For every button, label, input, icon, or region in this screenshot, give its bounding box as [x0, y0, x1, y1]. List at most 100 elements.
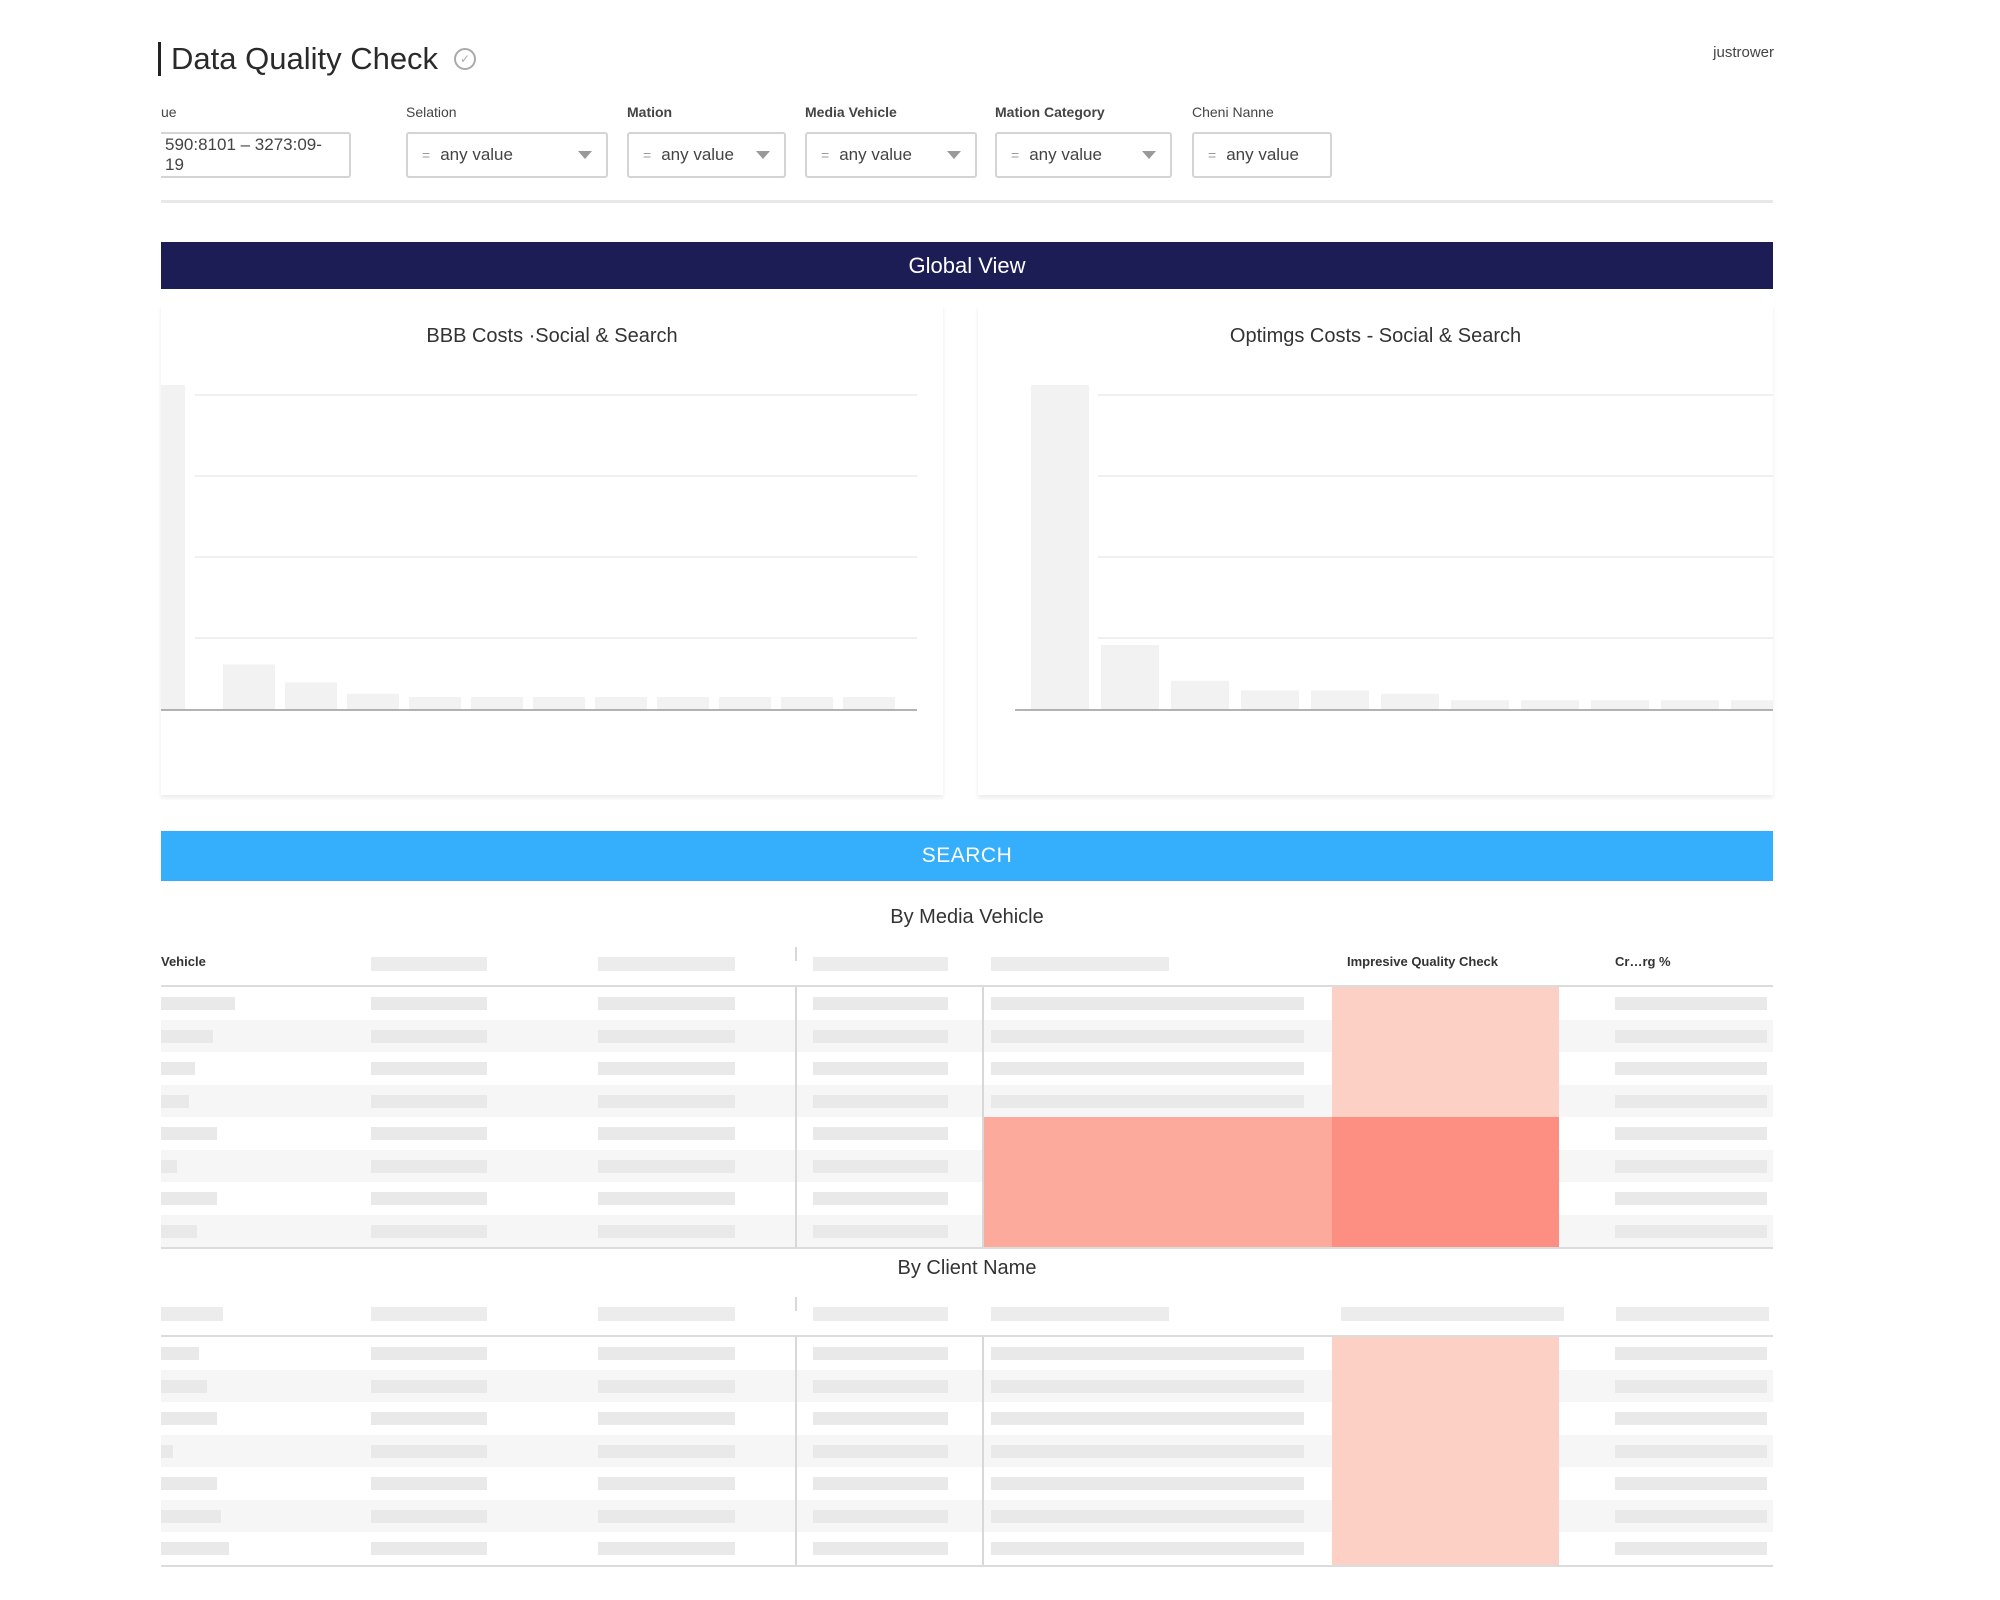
cell-placeholder — [161, 997, 235, 1010]
mation-select[interactable]: = any value — [627, 132, 786, 178]
column-header-vehicle[interactable]: Vehicle — [161, 954, 206, 969]
cell-placeholder — [371, 1062, 487, 1075]
column-divider — [795, 1337, 797, 1565]
cell-placeholder — [161, 1127, 217, 1140]
cell-placeholder — [161, 1477, 217, 1490]
cell-placeholder — [598, 1094, 735, 1108]
filter-selation[interactable]: Selation = any value — [406, 104, 608, 178]
date-range-input[interactable]: 590:8101 – 3273:09-19 — [161, 132, 351, 178]
equals-icon: = — [1208, 147, 1217, 163]
global-view-header: Global View — [161, 242, 1773, 289]
cell-placeholder — [598, 1192, 735, 1205]
cell-placeholder — [598, 1412, 735, 1425]
chart-bar — [781, 697, 833, 710]
filter-value: any value — [1226, 145, 1299, 164]
chart-bar — [1101, 645, 1159, 710]
page-title: Data Quality Check — [171, 41, 439, 76]
cell-placeholder — [813, 1444, 948, 1458]
cell-placeholder — [371, 1029, 487, 1043]
column-header[interactable] — [813, 957, 948, 971]
column-header[interactable] — [991, 957, 1169, 971]
filter-value: any value — [661, 145, 734, 164]
column-header[interactable] — [991, 1307, 1169, 1321]
column-header-quality-check[interactable]: Impresive Quality Check — [1347, 954, 1498, 969]
filter-client-name[interactable]: Cheni Nanne = any value — [1192, 104, 1332, 178]
cell-placeholder — [371, 1542, 487, 1555]
column-divider — [795, 947, 797, 961]
bbb-costs-plot — [161, 385, 917, 711]
chart-bar — [1451, 700, 1509, 710]
user-name[interactable]: justrower — [1713, 44, 1774, 61]
cell-placeholder — [813, 1029, 948, 1043]
chevron-down-icon[interactable] — [947, 151, 961, 159]
cell-placeholder — [813, 1062, 948, 1075]
chart-bar — [533, 697, 585, 710]
client-name-input[interactable]: = any value — [1192, 132, 1332, 178]
chevron-down-icon[interactable] — [1142, 151, 1156, 159]
column-header[interactable] — [161, 1307, 223, 1321]
column-header[interactable] — [371, 1307, 487, 1321]
cell-placeholder — [598, 1029, 735, 1043]
cell-placeholder — [1615, 1412, 1767, 1425]
cell-placeholder — [371, 1444, 487, 1458]
cell-placeholder — [598, 1347, 735, 1360]
cell-placeholder — [1615, 1542, 1767, 1555]
cell-placeholder — [371, 1477, 487, 1490]
cell-placeholder — [991, 1379, 1304, 1393]
cell-placeholder — [598, 1542, 735, 1555]
cell-placeholder — [161, 1094, 189, 1108]
search-section-header: SEARCH — [161, 831, 1773, 881]
column-header[interactable] — [598, 1307, 735, 1321]
column-header[interactable] — [813, 1307, 948, 1321]
cell-placeholder — [1615, 1379, 1767, 1393]
chevron-down-icon[interactable] — [578, 151, 592, 159]
chart-bar — [223, 664, 275, 710]
filter-value: any value — [1029, 145, 1102, 164]
by-media-vehicle-title: By Media Vehicle — [890, 906, 1044, 928]
cell-placeholder — [1615, 1444, 1767, 1458]
table-header — [161, 1293, 1773, 1337]
column-header[interactable] — [1341, 1307, 1564, 1321]
filter-mation[interactable]: Mation = any value — [627, 104, 786, 178]
column-header-percent[interactable]: Cr…rg % — [1615, 954, 1671, 969]
filter-media-vehicle[interactable]: Media Vehicle = any value — [805, 104, 977, 178]
media-vehicle-select[interactable]: = any value — [805, 132, 977, 178]
column-header[interactable] — [371, 957, 487, 971]
selation-select[interactable]: = any value — [406, 132, 608, 178]
cell-placeholder — [813, 1094, 948, 1108]
filter-date-range[interactable]: ue 590:8101 – 3273:09-19 — [161, 104, 351, 178]
cell-placeholder — [991, 1509, 1304, 1523]
chart-bar — [1731, 700, 1773, 710]
filter-mation-category[interactable]: Mation Category = any value — [995, 104, 1172, 178]
client-name-table — [161, 1293, 1773, 1567]
cell-placeholder — [371, 1127, 487, 1140]
cell-placeholder — [598, 997, 735, 1010]
optimgs-costs-plot — [1015, 385, 1773, 711]
table-bottom-rule — [161, 1247, 1773, 1249]
cell-placeholder — [598, 1477, 735, 1490]
chart-bar — [1311, 690, 1369, 710]
cell-placeholder — [991, 1094, 1304, 1108]
heatmap-highlight — [1332, 1117, 1559, 1247]
chart-bar — [1591, 700, 1649, 710]
cell-placeholder — [813, 1347, 948, 1360]
chevron-down-icon[interactable] — [756, 151, 770, 159]
column-header[interactable] — [1616, 1307, 1769, 1321]
cell-placeholder — [1615, 1159, 1767, 1173]
heatmap-highlight — [1332, 1337, 1559, 1565]
column-header[interactable] — [598, 957, 735, 971]
cell-placeholder — [1615, 1347, 1767, 1360]
equals-icon: = — [1011, 147, 1020, 163]
chart-bar — [1171, 680, 1229, 710]
mation-category-select[interactable]: = any value — [995, 132, 1172, 178]
cell-placeholder — [161, 1062, 195, 1075]
verified-check-icon[interactable]: ✓ — [454, 48, 477, 70]
cell-placeholder — [371, 997, 487, 1010]
cell-placeholder — [161, 1444, 173, 1458]
filter-label: Cheni Nanne — [1192, 104, 1274, 120]
cell-placeholder — [598, 1379, 735, 1393]
chart-bar — [285, 682, 337, 710]
cell-placeholder — [991, 997, 1304, 1010]
chart-bar — [1521, 700, 1579, 710]
cell-placeholder — [991, 1412, 1304, 1425]
